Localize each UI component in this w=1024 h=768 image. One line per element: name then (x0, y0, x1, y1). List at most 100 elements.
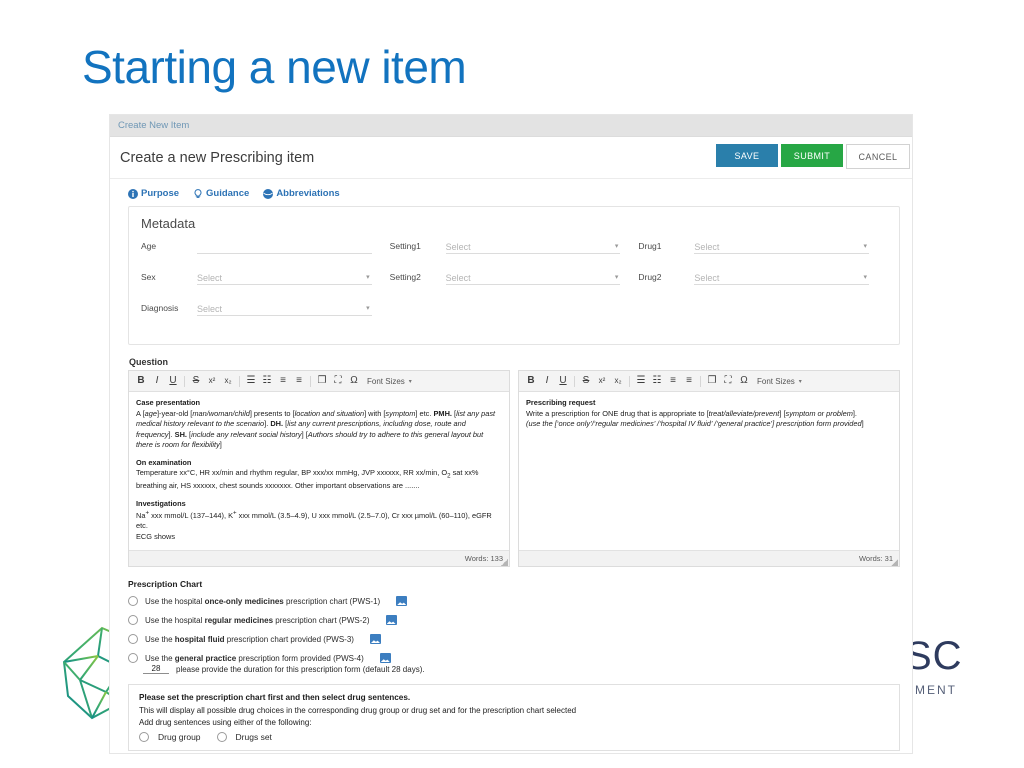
italic-icon[interactable]: I (149, 376, 165, 386)
resize-grip[interactable] (891, 559, 898, 566)
bold-icon[interactable]: B (133, 376, 149, 386)
strikethrough-icon[interactable]: S (188, 376, 204, 386)
page-title: Starting a new item (82, 41, 467, 93)
block-heading: On examination (136, 457, 192, 467)
underline-icon[interactable]: U (555, 376, 571, 386)
bullet-list-icon[interactable]: ☰ (633, 376, 649, 386)
toolbar-divider (574, 375, 575, 387)
drug1-select-value: Select (694, 242, 720, 252)
numbered-list-icon[interactable]: ☷ (259, 376, 275, 386)
paste-icon[interactable]: ❐ (704, 376, 720, 386)
age-input[interactable] (197, 237, 372, 254)
cancel-button[interactable]: CANCEL (846, 144, 910, 169)
fullscreen-icon[interactable]: ⛶ (720, 376, 736, 386)
duration-row: 28 please provide the duration for this … (143, 664, 900, 674)
setting1-select-value: Select (445, 242, 471, 252)
superscript-icon[interactable]: x² (204, 377, 220, 385)
align-center-icon[interactable]: ≡ (681, 376, 697, 386)
drug2-select[interactable]: Select ▾ (694, 268, 870, 285)
bold-icon[interactable]: B (523, 376, 539, 386)
special-character-icon[interactable]: Ω (736, 376, 752, 386)
radio-pws3[interactable] (128, 634, 138, 644)
helper-links: Purpose Guidance Abbreviations (110, 179, 912, 206)
breadcrumb: Create New Item (110, 115, 912, 137)
radio-pws4[interactable] (128, 653, 138, 663)
subscript-icon[interactable]: x₂ (610, 377, 626, 385)
editor-toolbar-left: B I U S x² x₂ ☰ ☷ ≡ ≡ ❐ ⛶ Ω Font Sizes ▾ (129, 371, 509, 392)
toolbar-divider (184, 375, 185, 387)
prescription-option-pws2[interactable]: Use the hospital regular medicines presc… (128, 615, 900, 625)
metadata-column-3: Drug1 Select ▾ Drug2 Select ▾ (638, 237, 887, 330)
slide: Starting a new item SC SMENT Create New … (0, 0, 1024, 768)
word-count-right: Words: 31 (858, 554, 893, 563)
field-diagnosis: Diagnosis Select ▾ (141, 299, 390, 316)
drug-sentences-options: Drug group Drugs set (139, 732, 889, 743)
superscript-icon[interactable]: x² (594, 377, 610, 385)
block-body: Temperature xx°C, HR xx/min and rhythm r… (136, 468, 479, 491)
question-text-right[interactable]: Prescribing request Write a prescription… (519, 392, 899, 550)
question-text-left[interactable]: Case presentation A [age]-year-old [man/… (129, 392, 509, 550)
save-button[interactable]: SAVE (716, 144, 778, 167)
submit-button[interactable]: SUBMIT (781, 144, 843, 167)
subscript-icon[interactable]: x₂ (220, 377, 236, 385)
duration-note: please provide the duration for this pre… (176, 664, 425, 674)
block-body: A [age]-year-old [man/woman/child] prese… (136, 408, 496, 450)
chevron-down-icon: ▾ (863, 274, 868, 281)
font-sizes-dropdown[interactable]: Font Sizes (367, 377, 405, 386)
image-icon[interactable] (385, 615, 397, 625)
font-sizes-dropdown[interactable]: Font Sizes (757, 377, 795, 386)
prescription-option-pws3[interactable]: Use the hospital fluid prescription char… (128, 634, 900, 644)
bullet-list-icon[interactable]: ☰ (243, 376, 259, 386)
image-icon[interactable] (396, 596, 408, 606)
numbered-list-icon[interactable]: ☷ (649, 376, 665, 386)
radio-pws2[interactable] (128, 615, 138, 625)
image-icon[interactable] (369, 634, 381, 644)
sex-select[interactable]: Select ▾ (197, 268, 372, 285)
metadata-panel: Metadata Age Sex Select ▾ Diagnosis Sele… (128, 206, 900, 345)
sex-select-value: Select (197, 273, 223, 283)
purpose-link[interactable]: Purpose (128, 188, 179, 199)
paste-icon[interactable]: ❐ (314, 376, 330, 386)
drug1-select[interactable]: Select ▾ (694, 237, 870, 254)
radio-pws1[interactable] (128, 596, 138, 606)
guidance-label: Guidance (206, 188, 250, 199)
logo-text: SC (905, 634, 963, 678)
field-drug1: Drug1 Select ▾ (638, 237, 887, 254)
prescription-option-pws1[interactable]: Use the hospital once-only medicines pre… (128, 596, 900, 606)
word-count-left: Words: 133 (464, 554, 503, 563)
setting1-select[interactable]: Select ▾ (445, 237, 621, 254)
metadata-column-1: Age Sex Select ▾ Diagnosis Select ▾ (141, 237, 390, 330)
radio-drug-group[interactable] (139, 732, 149, 743)
fullscreen-icon[interactable]: ⛶ (330, 376, 346, 386)
abbreviations-link[interactable]: Abbreviations (263, 188, 340, 199)
field-age: Age (141, 237, 390, 254)
app-screenshot: Create New Item Create a new Prescribing… (110, 115, 912, 753)
guidance-link[interactable]: Guidance (193, 188, 249, 199)
drug-sentences-line2: Add drug sentences using either of the f… (139, 717, 312, 727)
prescription-option-pws4[interactable]: Use the general practice prescription fo… (128, 653, 900, 663)
drug2-select-value: Select (694, 273, 720, 283)
strikethrough-icon[interactable]: S (578, 376, 594, 386)
radio-drugs-set[interactable] (216, 732, 227, 743)
image-icon[interactable] (379, 653, 391, 663)
chevron-down-icon: ▾ (614, 243, 619, 250)
resize-grip[interactable] (501, 559, 508, 566)
chevron-down-icon: ▾ (798, 378, 802, 385)
underline-icon[interactable]: U (165, 376, 181, 386)
italic-icon[interactable]: I (539, 376, 555, 386)
align-left-icon[interactable]: ≡ (665, 376, 681, 386)
block-heading: Investigations (136, 498, 186, 508)
field-label-age: Age (141, 241, 157, 251)
globe-icon (263, 188, 274, 199)
setting2-select-value: Select (445, 273, 471, 283)
diagnosis-select[interactable]: Select ▾ (197, 299, 372, 316)
field-setting1: Setting1 Select ▾ (390, 237, 639, 254)
breadcrumb-item-create-new-item[interactable]: Create New Item (118, 120, 189, 131)
field-label-setting2: Setting2 (389, 272, 421, 282)
special-character-icon[interactable]: Ω (346, 376, 362, 386)
align-center-icon[interactable]: ≡ (291, 376, 307, 386)
duration-input[interactable]: 28 (143, 664, 169, 674)
setting2-select[interactable]: Select ▾ (445, 268, 621, 285)
align-left-icon[interactable]: ≡ (275, 376, 291, 386)
chevron-down-icon: ▾ (408, 378, 412, 385)
